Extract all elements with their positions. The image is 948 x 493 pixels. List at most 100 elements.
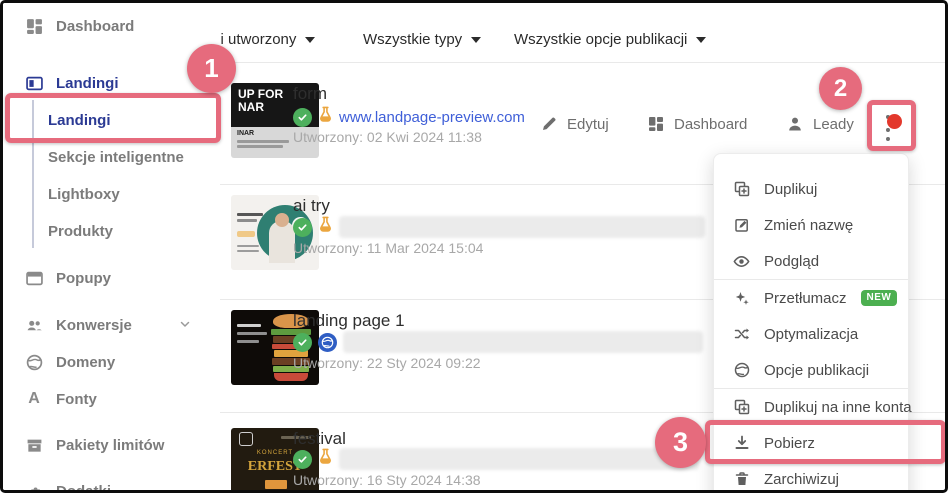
created-date: Utworzony: 16 Sty 2024 14:38 <box>293 472 481 488</box>
menu-item-label: Duplikuj <box>764 180 818 198</box>
pencil-icon <box>540 115 558 133</box>
published-globe-icon <box>318 332 337 352</box>
sidebar-label: Lightboxy <box>48 185 120 203</box>
menu-item-translate[interactable]: Przetłumacz NEW <box>714 280 908 316</box>
menu-item-publication-options[interactable]: Opcje publikacji <box>714 352 908 388</box>
created-date: Utworzony: 11 Mar 2024 15:04 <box>293 240 484 256</box>
blurred-url <box>343 331 703 353</box>
publication-filter-label: Wszystkie opcje publikacji <box>514 30 688 48</box>
landing-page-icon <box>25 74 43 92</box>
copy-plus-icon <box>733 399 750 416</box>
edit-square-icon <box>733 217 750 234</box>
sidebar-subitem-sekcje-inteligentne[interactable]: Sekcje inteligentne <box>48 145 184 169</box>
blurred-url <box>339 448 699 470</box>
created-date: Utworzony: 22 Sty 2024 09:22 <box>293 355 481 371</box>
annotation-box-kebab <box>867 100 916 151</box>
copy-plus-icon <box>733 181 750 198</box>
landing-title[interactable]: landing page 1 <box>293 311 405 331</box>
caret-down-icon <box>471 37 482 43</box>
sidebar-label: Popupy <box>56 269 111 287</box>
landing-title[interactable]: festival <box>293 429 346 449</box>
dashboard-button-label: Dashboard <box>674 115 748 133</box>
menu-item-archive[interactable]: Zarchiwizuj <box>714 461 908 490</box>
edit-button-label: Edytuj <box>567 115 609 133</box>
grid-icon <box>647 115 665 133</box>
menu-item-label: Zmień nazwę <box>764 216 854 234</box>
menu-item-label: Podgląd <box>764 252 820 270</box>
caret-down-icon <box>696 37 707 43</box>
dashboard-button[interactable]: Dashboard <box>647 115 747 133</box>
status-check-icon <box>293 107 312 127</box>
shuffle-icon <box>733 326 750 343</box>
trash-icon <box>733 471 750 488</box>
sidebar-item-dashboard[interactable]: Dashboard <box>25 14 134 38</box>
annotation-step-3: 3 <box>655 417 706 468</box>
sidebar-item-pakiety-limitow[interactable]: Pakiety limitów <box>25 433 164 457</box>
popup-window-icon <box>25 269 43 287</box>
edit-button[interactable]: Edytuj <box>540 115 609 133</box>
sidebar-subitem-lightboxy[interactable]: Lightboxy <box>48 182 120 206</box>
status-check-icon <box>293 332 312 352</box>
annotation-box-download <box>705 420 945 464</box>
test-mode-flask-icon <box>318 216 333 238</box>
sidebar-label: Sekcje inteligentne <box>48 148 184 166</box>
sidebar-item-fonty[interactable]: A Fonty <box>25 387 97 411</box>
sidebar-label: Konwersje <box>56 316 132 334</box>
sidebar-subitem-produkty[interactable]: Produkty <box>48 219 113 243</box>
menu-item-label: Opcje publikacji <box>764 361 870 379</box>
blurred-url <box>339 216 705 238</box>
sidebar-item-domeny[interactable]: Domeny <box>25 350 115 374</box>
annotation-step-1: 1 <box>187 44 236 93</box>
dashboard-grid-icon <box>25 17 43 35</box>
sort-dropdown[interactable]: tni utworzony <box>208 29 316 49</box>
test-mode-flask-icon <box>318 448 333 470</box>
new-badge: NEW <box>860 290 898 306</box>
menu-item-preview[interactable]: Podgląd <box>714 243 908 279</box>
landing-title[interactable]: ai try <box>293 196 330 216</box>
sidebar-item-dodatki[interactable]: Dodatki <box>25 479 112 493</box>
menu-item-duplicate[interactable]: Duplikuj <box>714 171 908 207</box>
caret-down-icon <box>305 37 316 43</box>
sidebar-label: Dodatki <box>56 482 112 493</box>
sidebar-label: Dashboard <box>56 17 135 35</box>
app-window: tni utworzony Wszystkie typy Wszystkie o… <box>0 0 948 493</box>
landing-title[interactable]: form <box>293 84 327 104</box>
menu-item-label: Duplikuj na inne konta <box>764 398 912 416</box>
package-icon <box>25 436 43 454</box>
sidebar-label: Produkty <box>48 222 114 240</box>
sidebar-item-konwersje[interactable]: Konwersje <box>25 313 191 337</box>
status-check-icon <box>293 217 312 237</box>
sidebar-label: Pakiety limitów <box>56 436 165 454</box>
sidebar-label: Fonty <box>56 390 97 408</box>
test-mode-flask-icon <box>318 106 333 128</box>
people-icon <box>25 316 43 334</box>
leads-button-label: Leady <box>813 115 854 133</box>
sidebar-item-popupy[interactable]: Popupy <box>25 266 111 290</box>
created-date: Utworzony: 02 Kwi 2024 11:38 <box>293 129 482 145</box>
divider <box>220 62 945 63</box>
sort-dropdown-label: tni utworzony <box>208 30 297 48</box>
landing-url-link[interactable]: www.landpage-preview.com <box>339 109 525 126</box>
menu-item-rename[interactable]: Zmień nazwę <box>714 207 908 243</box>
eye-icon <box>733 253 750 270</box>
sidebar-label: Domeny <box>56 353 116 371</box>
type-filter-label: Wszystkie typy <box>363 30 463 48</box>
sidebar-item-landingi[interactable]: Landingi <box>25 71 119 95</box>
sidebar-label: Landingi <box>56 74 119 92</box>
type-filter-dropdown[interactable]: Wszystkie typy <box>363 29 482 49</box>
leads-button[interactable]: Leady <box>786 115 854 133</box>
sparkles-icon <box>733 290 750 307</box>
menu-item-label: Przetłumacz <box>764 289 847 307</box>
menu-item-optimization[interactable]: Optymalizacja <box>714 316 908 352</box>
globe-icon <box>25 353 43 371</box>
puzzle-icon <box>25 482 43 490</box>
menu-item-label: Zarchiwizuj <box>764 470 840 488</box>
status-check-icon <box>293 449 312 469</box>
menu-item-label: Optymalizacja <box>764 325 859 343</box>
chevron-down-icon <box>179 317 191 334</box>
person-icon <box>786 115 804 133</box>
publication-filter-dropdown[interactable]: Wszystkie opcje publikacji <box>514 29 707 49</box>
annotation-box-landingi <box>5 93 221 143</box>
globe-icon <box>733 362 750 379</box>
font-letter-icon: A <box>28 390 40 407</box>
